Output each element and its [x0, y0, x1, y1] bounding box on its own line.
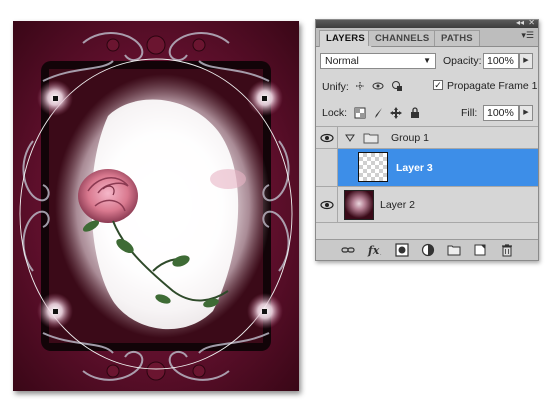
layer-row-layer-2[interactable]: Layer 2: [316, 187, 538, 223]
layers-panel: ◂◂ ✕ LAYERS CHANNELS PATHS ▾☰ Normal ▼ O…: [315, 18, 539, 261]
fill-label: Fill:: [461, 107, 478, 119]
blend-mode-select[interactable]: Normal ▼: [320, 53, 436, 69]
tab-layers[interactable]: LAYERS: [319, 30, 372, 47]
document-canvas[interactable]: [13, 21, 299, 391]
link-icon[interactable]: [341, 243, 355, 257]
eye-icon: [320, 200, 334, 210]
layer-thumbnail: [344, 190, 374, 220]
visibility-toggle[interactable]: [316, 187, 338, 222]
close-icon[interactable]: ✕: [528, 18, 535, 28]
layer-name: Group 1: [391, 132, 429, 144]
propagate-label: Propagate Frame 1: [447, 80, 538, 92]
panel-menu-icon[interactable]: ▾☰: [521, 31, 534, 41]
unify-position-icon[interactable]: [354, 80, 366, 92]
folder-icon: [363, 133, 379, 144]
opacity-input[interactable]: 100%: [483, 53, 519, 69]
layer-row-layer-3[interactable]: Layer 3: [316, 149, 538, 187]
adjustment-icon[interactable]: [421, 243, 435, 257]
unify-style-icon[interactable]: [391, 80, 403, 92]
visibility-toggle[interactable]: [316, 149, 338, 186]
chevron-down-icon: ▼: [423, 56, 431, 65]
propagate-checkbox[interactable]: ✓: [433, 80, 443, 90]
lock-brush-icon[interactable]: [372, 107, 384, 119]
panel-tabs: LAYERS CHANNELS PATHS ▾☰: [316, 28, 538, 47]
blend-mode-value: Normal: [325, 55, 359, 67]
tab-channels[interactable]: CHANNELS: [368, 30, 437, 46]
layer-name: Layer 3: [396, 162, 433, 174]
layer-name: Layer 2: [380, 199, 416, 211]
layer-thumbnail: [358, 152, 388, 182]
layers-list: Group 1 Layer 3 Layer 2: [316, 127, 538, 223]
fill-slider-button[interactable]: ▶: [519, 105, 533, 121]
unify-visibility-icon[interactable]: [372, 80, 384, 92]
opacity-label: Opacity:: [443, 55, 482, 67]
canvas-artwork: [13, 21, 299, 391]
eye-icon: [320, 133, 334, 143]
fx-icon[interactable]: fx .: [367, 243, 385, 257]
svg-text:fx: fx: [367, 244, 380, 257]
lock-move-icon[interactable]: [390, 107, 402, 119]
panel-bottom-toolbar: fx .: [316, 239, 538, 260]
new-layer-icon[interactable]: [473, 243, 487, 257]
expand-triangle-icon[interactable]: [345, 134, 355, 142]
mask-icon[interactable]: [395, 243, 409, 257]
lock-all-icon[interactable]: [409, 107, 421, 119]
trash-icon[interactable]: [500, 243, 514, 257]
svg-text:.: .: [380, 251, 382, 257]
fill-input[interactable]: 100%: [483, 105, 519, 121]
tab-paths[interactable]: PATHS: [434, 30, 480, 46]
layer-row-group-1[interactable]: Group 1: [316, 127, 538, 149]
lock-transparent-icon[interactable]: [354, 107, 366, 119]
folder-icon[interactable]: [447, 243, 461, 257]
lock-label: Lock:: [322, 107, 348, 119]
opacity-slider-button[interactable]: ▶: [519, 53, 533, 69]
collapse-icon[interactable]: ◂◂: [516, 18, 524, 28]
unify-label: Unify:: [322, 81, 349, 93]
visibility-toggle[interactable]: [316, 127, 338, 148]
panel-title-bar[interactable]: ◂◂ ✕: [316, 18, 538, 28]
